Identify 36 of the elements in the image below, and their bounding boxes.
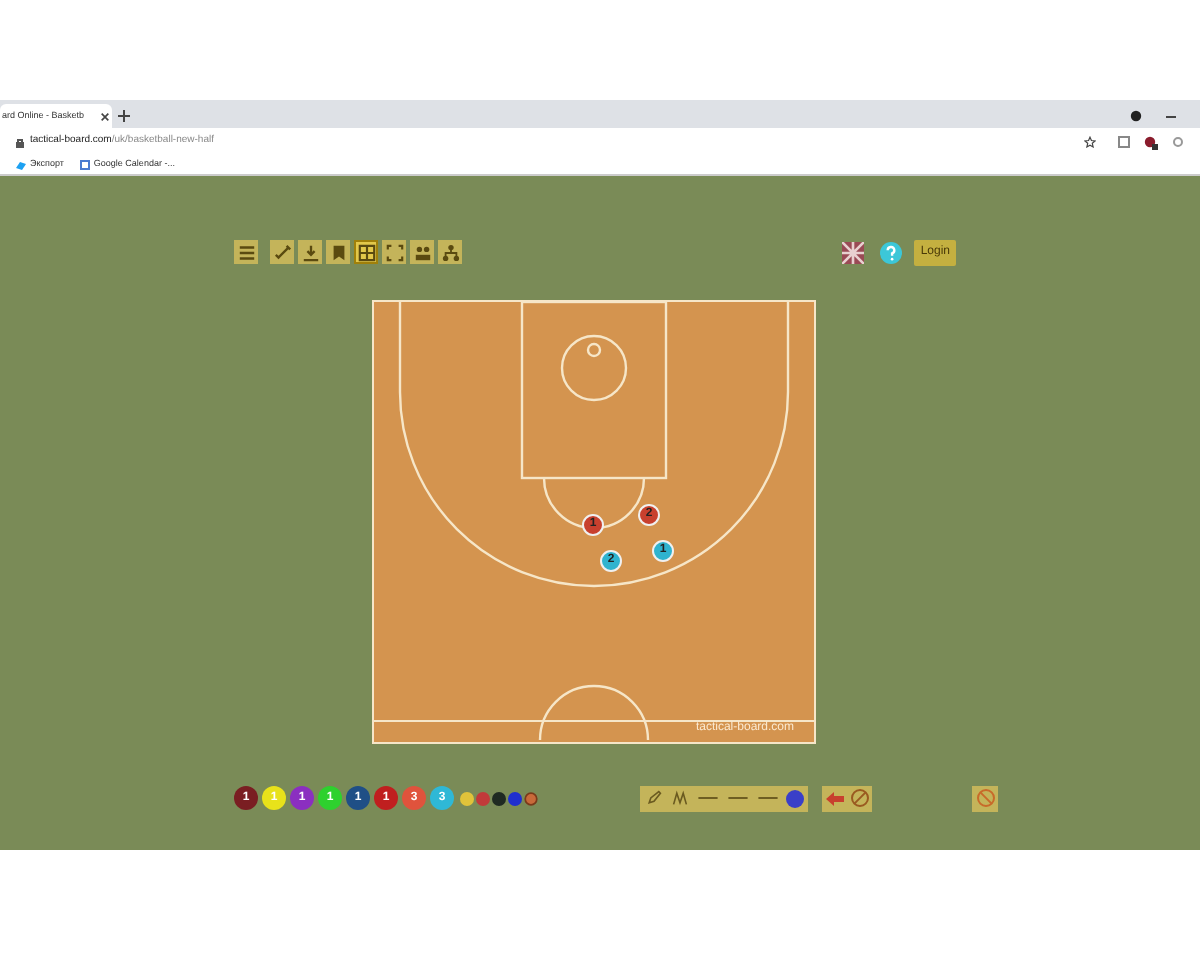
ball-token[interactable] [460, 791, 474, 805]
toolbar-button[interactable] [326, 240, 350, 264]
undo-button[interactable] [822, 785, 846, 811]
hierarchy-icon [441, 243, 459, 261]
pen-icon [646, 790, 662, 806]
clear-button[interactable] [846, 785, 872, 811]
toolbar-button[interactable] [410, 240, 434, 264]
profile-icon[interactable] [1144, 135, 1158, 149]
bookmark-icon [329, 243, 347, 261]
account-icon[interactable] [1130, 110, 1142, 122]
line-style-button[interactable] [644, 787, 664, 809]
ball-token[interactable] [492, 791, 506, 805]
grid-icon [357, 243, 375, 261]
prohibited-icon [849, 788, 869, 808]
menu-icon [237, 243, 255, 261]
toolbar-button[interactable] [270, 240, 294, 264]
toolbar-button[interactable] [354, 240, 378, 264]
arrow-icon [825, 791, 843, 805]
expand-icon [385, 243, 403, 261]
toolbar-button[interactable] [382, 240, 406, 264]
close-icon[interactable] [100, 111, 110, 121]
help-icon[interactable] [880, 241, 903, 263]
flag-icon[interactable] [842, 241, 865, 263]
toolbar-button[interactable] [438, 240, 462, 264]
basketball-icon[interactable] [524, 791, 538, 805]
toolbar-button[interactable] [298, 240, 322, 264]
new-tab-icon[interactable] [118, 110, 130, 122]
ball-token[interactable] [508, 791, 522, 805]
toolbar-button[interactable] [234, 240, 258, 264]
line-style-button[interactable] [670, 787, 690, 809]
download-icon [301, 243, 319, 261]
star-icon[interactable] [1084, 136, 1096, 148]
zigzag-icon [672, 790, 688, 806]
lock-icon [16, 137, 24, 147]
people-icon [413, 243, 431, 261]
prohibited-icon [975, 788, 995, 808]
